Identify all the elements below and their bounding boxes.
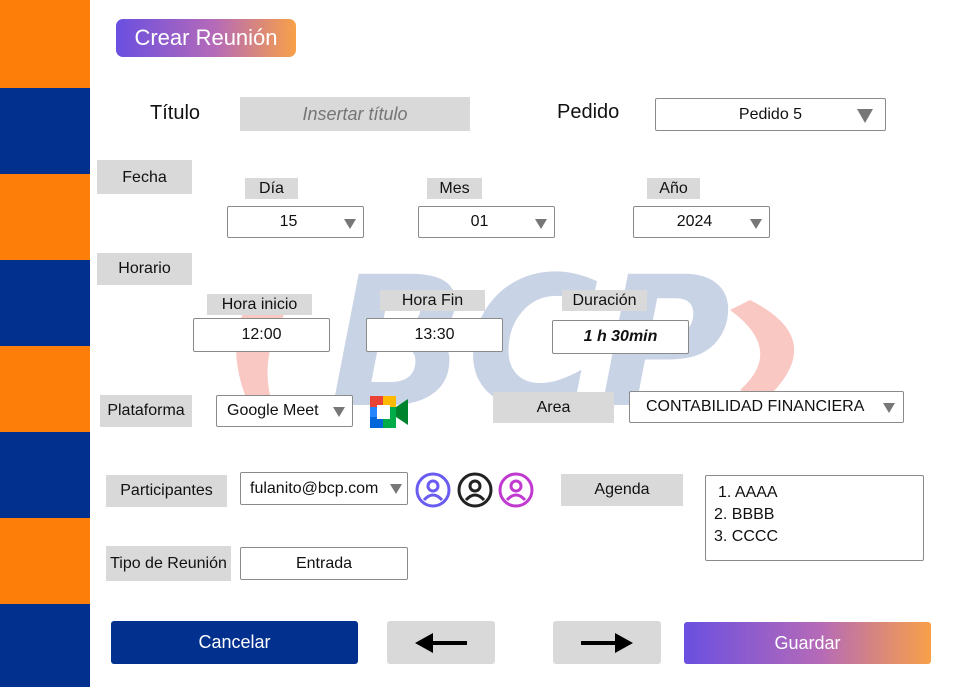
duracion-label: Duración — [562, 290, 647, 311]
chevron-down-icon — [390, 484, 402, 494]
hora-inicio-value: 12:00 — [241, 326, 282, 343]
back-button[interactable] — [387, 621, 495, 664]
pedido-select[interactable]: Pedido 5 — [655, 98, 886, 131]
participantes-value: fulanito@bcp.com — [250, 479, 379, 497]
chevron-down-icon — [750, 219, 762, 229]
area-value: CONTABILIDAD FINANCIERA — [646, 398, 865, 415]
tipo-value: Entrada — [295, 554, 353, 572]
cancel-button[interactable]: Cancelar — [111, 621, 358, 664]
pedido-value: Pedido 5 — [738, 105, 803, 123]
chevron-down-icon — [333, 407, 345, 417]
arrow-right-icon — [581, 632, 633, 653]
area-select[interactable]: CONTABILIDAD FINANCIERA — [629, 391, 904, 423]
plataforma-value: Google Meet — [227, 402, 319, 419]
participantes-select[interactable]: fulanito@bcp.com — [240, 472, 408, 505]
google-meet-icon — [370, 396, 408, 428]
dia-label: Día — [245, 178, 298, 199]
stripe-navy — [0, 260, 90, 346]
mes-select[interactable]: 01 — [418, 206, 555, 238]
agenda-item: 1. AAAA — [718, 484, 778, 501]
agenda-item: 2. BBBB — [714, 506, 775, 523]
fecha-label: Fecha — [97, 160, 192, 194]
hora-fin-label: Hora Fin — [380, 290, 485, 311]
side-stripes — [0, 0, 90, 687]
participantes-label: Participantes — [106, 475, 227, 507]
participant-avatars — [415, 472, 534, 508]
duracion-value: 1 h 30min — [583, 328, 658, 345]
save-button[interactable]: Guardar — [684, 622, 931, 664]
mes-label: Mes — [427, 178, 482, 199]
arrow-left-icon — [415, 632, 467, 653]
area-label: Area — [493, 392, 614, 423]
anio-label: Año — [647, 178, 700, 199]
hora-inicio-input[interactable]: 12:00 — [193, 318, 330, 352]
user-icon[interactable] — [498, 472, 534, 508]
anio-select[interactable]: 2024 — [633, 206, 770, 238]
chevron-down-icon — [344, 219, 356, 229]
anio-value: 2024 — [676, 213, 713, 230]
hora-fin-input[interactable]: 13:30 — [366, 318, 503, 352]
stripe-navy — [0, 432, 90, 518]
agenda-item: 3. CCCC — [714, 528, 779, 545]
plataforma-label: Plataforma — [100, 395, 192, 427]
hora-inicio-label: Hora inicio — [207, 294, 312, 315]
stripe-navy — [0, 88, 90, 174]
user-icon[interactable] — [415, 472, 451, 508]
horario-label: Horario — [97, 253, 192, 285]
page-title: Crear Reunión — [116, 19, 296, 57]
user-icon[interactable] — [457, 472, 493, 508]
pedido-label: Pedido — [557, 101, 620, 123]
agenda-label: Agenda — [561, 474, 683, 506]
chevron-down-icon — [883, 403, 895, 413]
stripe-orange — [0, 518, 90, 604]
duracion-display: 1 h 30min — [552, 320, 689, 354]
tipo-label: Tipo de Reunión — [106, 546, 231, 581]
dia-select[interactable]: 15 — [227, 206, 364, 238]
chevron-down-icon — [857, 109, 873, 123]
stripe-navy — [0, 604, 90, 687]
mes-value: 01 — [470, 213, 489, 230]
stripe-orange — [0, 174, 90, 260]
forward-button[interactable] — [553, 621, 661, 664]
agenda-textarea[interactable]: 1. AAAA 2. BBBB 3. CCCC — [705, 475, 924, 561]
hora-fin-value: 13:30 — [414, 326, 455, 343]
tipo-input[interactable]: Entrada — [240, 547, 408, 580]
stripe-orange — [0, 0, 90, 88]
plataforma-select[interactable]: Google Meet — [216, 395, 353, 427]
stripe-orange — [0, 346, 90, 432]
dia-value: 15 — [279, 213, 298, 230]
titulo-label: Título — [150, 102, 201, 124]
titulo-input[interactable] — [240, 97, 470, 131]
chevron-down-icon — [535, 219, 547, 229]
